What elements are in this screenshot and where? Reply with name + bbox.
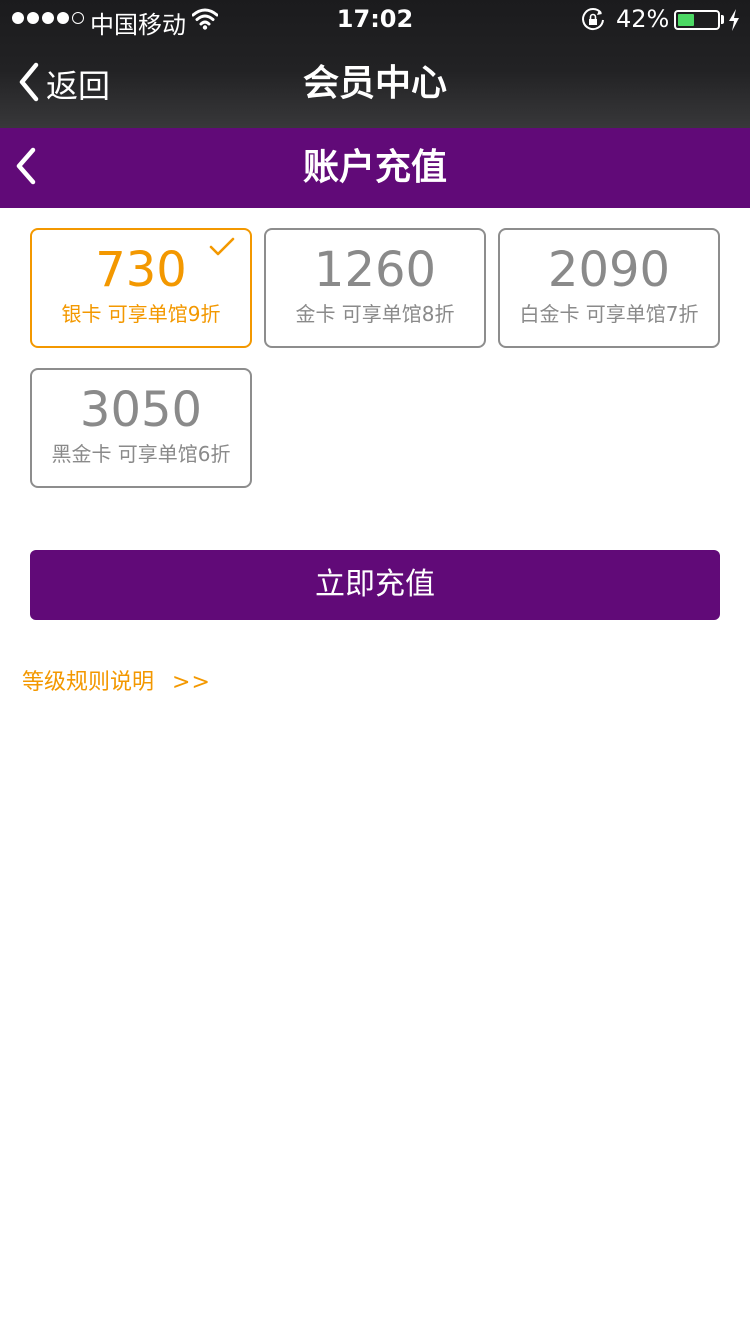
rules-label: 等级规则说明 bbox=[22, 670, 155, 695]
back-button[interactable]: 返回 bbox=[18, 60, 110, 108]
back-label: 返回 bbox=[46, 67, 111, 105]
card-option-gold[interactable]: 1260 金卡 可享单馆8折 bbox=[264, 228, 486, 348]
page-back-button[interactable] bbox=[14, 138, 54, 198]
nav-bar: 返回 会员中心 bbox=[0, 40, 750, 128]
page-title: 账户充值 bbox=[302, 147, 447, 188]
page-header: 账户充值 bbox=[0, 128, 750, 208]
battery-cap bbox=[721, 15, 724, 24]
card-description: 黑金卡 可享单馆6折 bbox=[51, 442, 231, 466]
card-amount: 1260 bbox=[313, 242, 437, 298]
card-amount: 2090 bbox=[547, 242, 671, 298]
card-option-black-gold[interactable]: 3050 黑金卡 可享单馆6折 bbox=[30, 368, 252, 488]
card-description: 银卡 可享单馆9折 bbox=[61, 302, 221, 326]
app-screen: 中国移动 17:02 42% 返回 会员中心 账户充值 730 银卡 可享单馆9… bbox=[0, 0, 750, 1334]
status-bar: 中国移动 17:02 42% bbox=[0, 0, 750, 40]
chevron-left-icon bbox=[18, 62, 40, 106]
orientation-lock-icon bbox=[580, 8, 606, 36]
battery-icon bbox=[674, 10, 720, 30]
rules-arrow: >> bbox=[172, 670, 211, 695]
checkmark-icon bbox=[208, 236, 236, 262]
charging-bolt-icon bbox=[728, 9, 740, 35]
chevron-left-icon bbox=[14, 146, 38, 190]
card-amount: 3050 bbox=[79, 382, 203, 438]
recharge-button[interactable]: 立即充值 bbox=[30, 550, 720, 620]
battery-percent: 42% bbox=[616, 5, 670, 33]
card-description: 金卡 可享单馆8折 bbox=[295, 302, 455, 326]
card-option-silver[interactable]: 730 银卡 可享单馆9折 bbox=[30, 228, 252, 348]
nav-title: 会员中心 bbox=[302, 63, 447, 104]
level-rules-link[interactable]: 等级规则说明 >> bbox=[22, 664, 211, 696]
card-option-platinum[interactable]: 2090 白金卡 可享单馆7折 bbox=[498, 228, 720, 348]
card-description: 白金卡 可享单馆7折 bbox=[519, 302, 699, 326]
top-bar: 中国移动 17:02 42% 返回 会员中心 bbox=[0, 0, 750, 128]
